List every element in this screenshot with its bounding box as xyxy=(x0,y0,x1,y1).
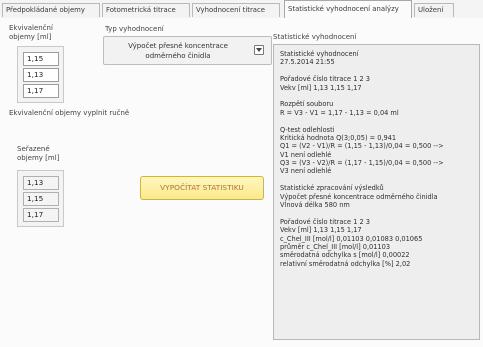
chevron-down-icon[interactable] xyxy=(254,45,264,55)
evaluation-type-label: Typ vyhodnocení xyxy=(105,25,164,33)
output-line: Statistické vyhodnocení xyxy=(280,50,359,58)
manual-entry-hint: Ekvivalenční objemy vyplnit ručně xyxy=(9,109,130,117)
evaluation-type-value: Výpočet přesné koncentrace odměrného čin… xyxy=(128,42,228,60)
output-line: Vlnová délka 580 nm xyxy=(280,201,350,210)
output-line: V3 není odlehlé xyxy=(280,167,332,176)
output-blank-line xyxy=(280,209,473,217)
output-blank-line xyxy=(280,117,473,125)
output-line: Q1 = (V2 - V1)/R = (1,15 - 1,13)/0,04 = … xyxy=(280,142,444,151)
output-line: Výpočet přesné koncentrace odměrného čin… xyxy=(280,192,438,201)
tab-ulozeni[interactable]: Uložení xyxy=(414,3,454,17)
output-line: směrodatná odchylka s [mol/l] 0,00022 xyxy=(280,251,410,260)
tab-statisticke-vyhodnoceni[interactable]: Statistické vyhodnocení analýzy xyxy=(284,0,412,19)
output-line: Vekv [ml] 1,13 1,15 1,17 xyxy=(280,83,362,92)
equiv-volume-input-2[interactable]: 1,13 xyxy=(23,68,59,82)
sorted-volumes-label: Seřazené objemy [ml] xyxy=(17,145,60,162)
output-line: Rozpětí souboru xyxy=(280,100,334,109)
output-line: c_Chel_III [mol/l] 0,01103 0,01083 0,010… xyxy=(280,234,423,243)
equiv-volume-input-1[interactable]: 1,15 xyxy=(23,52,59,66)
equiv-volumes-label: Ekvivalenční objemy [ml] xyxy=(9,24,53,41)
equiv-volume-input-3[interactable]: 1,17 xyxy=(23,84,59,98)
output-blank-line xyxy=(280,67,473,75)
output-label: Statistické vyhodnocení xyxy=(273,33,357,41)
output-line: Vekv [ml] 1,13 1,15 1,17 xyxy=(280,226,362,235)
output-line: Q3 = (V3 - V2)/R = (1,17 - 1,15)/0,04 = … xyxy=(280,159,444,168)
sorted-volume-1: 1,13 xyxy=(23,176,59,190)
output-line: Statistické zpracování výsledků xyxy=(280,184,384,193)
tab-predpokladane-objemy[interactable]: Předpokládané objemy xyxy=(2,3,100,17)
output-line: průměr c_Chel_III [mol/l] 0,01103 xyxy=(280,242,391,251)
output-blank-line xyxy=(280,92,473,100)
equiv-volumes-group: 1,15 1,13 1,17 xyxy=(17,46,64,103)
output-line: relativní směrodatná odchylka [%] 2,02 xyxy=(280,259,411,268)
output-blank-line xyxy=(280,176,473,184)
sorted-volume-3: 1,17 xyxy=(23,208,59,222)
tab-bar: Předpokládané objemy Fotometrická titrac… xyxy=(0,0,483,19)
output-line: Kritická hodnota Q(3;0,05) = 0,941 xyxy=(280,133,397,142)
output-line: 27.5.2014 21:55 xyxy=(280,58,335,67)
calculate-statistics-button[interactable]: VYPOČÍTAT STATISTIKU xyxy=(140,176,264,200)
sorted-volumes-group: 1,13 1,15 1,17 xyxy=(17,170,64,227)
tab-vyhodnoceni-titrace[interactable]: Vyhodnocení titrace xyxy=(192,3,280,17)
output-line: Pořadové číslo titrace 1 2 3 xyxy=(280,75,370,84)
tab-fotometricka-titrace[interactable]: Fotometrická titrace xyxy=(102,3,190,17)
evaluation-type-select[interactable]: Výpočet přesné koncentrace odměrného čin… xyxy=(103,36,272,65)
output-line: R = V3 - V1 = 1,17 - 1,13 = 0,04 ml xyxy=(280,108,399,117)
statistics-output-textarea[interactable]: Statistické vyhodnocení 27.5.2014 21:55 Po… xyxy=(273,44,480,340)
output-line: V1 není odlehlé xyxy=(280,150,332,159)
output-line: Q-test odlehlosti xyxy=(280,125,335,134)
output-line: Pořadové číslo titrace 1 2 3 xyxy=(280,217,370,226)
sorted-volume-2: 1,15 xyxy=(23,192,59,206)
